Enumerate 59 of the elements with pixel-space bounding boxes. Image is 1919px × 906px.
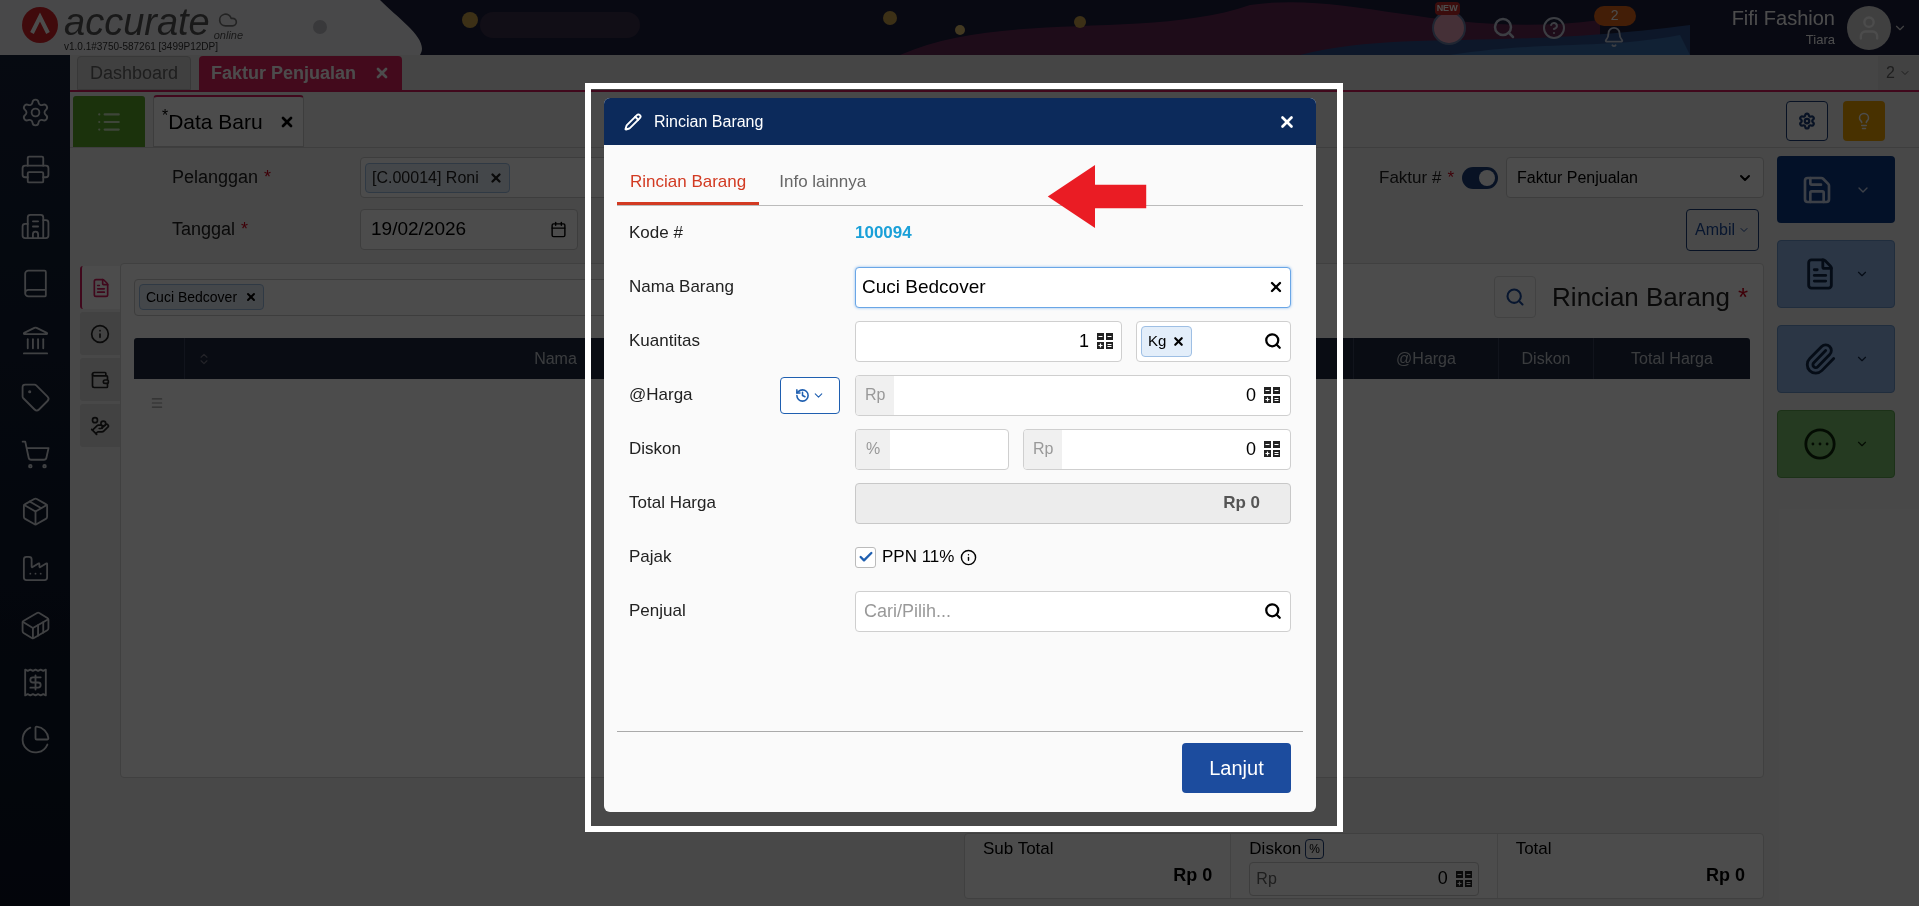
- quantity-field[interactable]: 1: [855, 320, 1122, 362]
- calculator-icon[interactable]: [1097, 333, 1113, 349]
- info-icon[interactable]: [960, 548, 978, 566]
- search-icon[interactable]: [1264, 602, 1282, 620]
- dialog-title: Rincian Barang: [654, 111, 765, 132]
- field-label: Total Harga: [629, 492, 716, 515]
- remove-icon[interactable]: [1172, 334, 1186, 348]
- company-name: Fifi Fashion: [1731, 5, 1835, 30]
- percent-prefix: %: [856, 429, 891, 469]
- search-icon[interactable]: [1264, 332, 1282, 350]
- dialog-tab[interactable]: Rincian Barang: [617, 162, 760, 205]
- arrow-icon: [1047, 165, 1147, 228]
- required-mark: *: [1447, 167, 1454, 187]
- currency-prefix: Rp: [856, 375, 895, 415]
- item-name-field[interactable]: Cuci Bedcover: [855, 266, 1291, 308]
- pencil-icon: [624, 112, 642, 131]
- tax-checkbox[interactable]: [855, 546, 876, 568]
- calculator-icon[interactable]: [1264, 387, 1280, 403]
- salesperson-input[interactable]: Cari/Pilih...: [864, 597, 1264, 625]
- subtotal-value: Rp 0: [1172, 863, 1213, 887]
- dialog-tab[interactable]: Info lainnya: [766, 162, 880, 205]
- history-icon: [795, 387, 810, 403]
- continue-button[interactable]: Lanjut: [1182, 743, 1291, 793]
- currency-prefix: Rp: [1024, 429, 1063, 469]
- required-mark: *: [1737, 281, 1748, 312]
- field-label: Pajak: [629, 546, 672, 569]
- summary-label: Diskon: [1249, 838, 1302, 860]
- price-history-button[interactable]: [780, 376, 840, 414]
- summary-label: Total: [1515, 838, 1553, 860]
- price-field[interactable]: Rp 0: [855, 374, 1291, 416]
- quantity-value: 1: [1079, 329, 1089, 353]
- field-label: @Harga: [629, 384, 693, 407]
- total-value: Rp 0: [1704, 863, 1745, 887]
- salesperson-field[interactable]: Cari/Pilih...: [855, 590, 1291, 632]
- discount-value: 0: [1245, 437, 1257, 461]
- date-value: 19/02/2026: [371, 217, 467, 242]
- field-label: Penjual: [629, 600, 686, 623]
- discount-amount-field[interactable]: Rp 0: [1023, 428, 1291, 470]
- invoice-type-value: Faktur Penjualan: [1517, 167, 1638, 188]
- item-code: 100094: [855, 222, 912, 245]
- price-value: 0: [1245, 383, 1257, 407]
- discount-value: 0: [1436, 867, 1448, 891]
- clear-icon[interactable]: [1268, 279, 1284, 295]
- user-name: Tiara: [1805, 30, 1835, 49]
- required-mark: *: [264, 167, 272, 187]
- required-mark: *: [241, 219, 249, 239]
- total-price-field: Rp 0: [855, 482, 1291, 524]
- summary-label: Sub Total: [983, 838, 1055, 860]
- field-label: Diskon: [629, 438, 681, 461]
- version-text: v1.0.1#3750-587261 [3499P12DP]: [64, 40, 219, 53]
- calculator-icon[interactable]: [1264, 441, 1280, 457]
- unit-field[interactable]: Kg: [1136, 320, 1291, 362]
- unit-tag: Kg: [1141, 325, 1193, 357]
- item-name-value: Cuci Bedcover: [862, 274, 987, 299]
- field-label: Kuantitas: [629, 330, 700, 353]
- field-label: Nama Barang: [629, 276, 734, 299]
- tax-option-label: PPN 11%: [882, 546, 955, 569]
- field-label: Kode #: [629, 222, 683, 245]
- discount-percent-field[interactable]: %: [855, 428, 1009, 470]
